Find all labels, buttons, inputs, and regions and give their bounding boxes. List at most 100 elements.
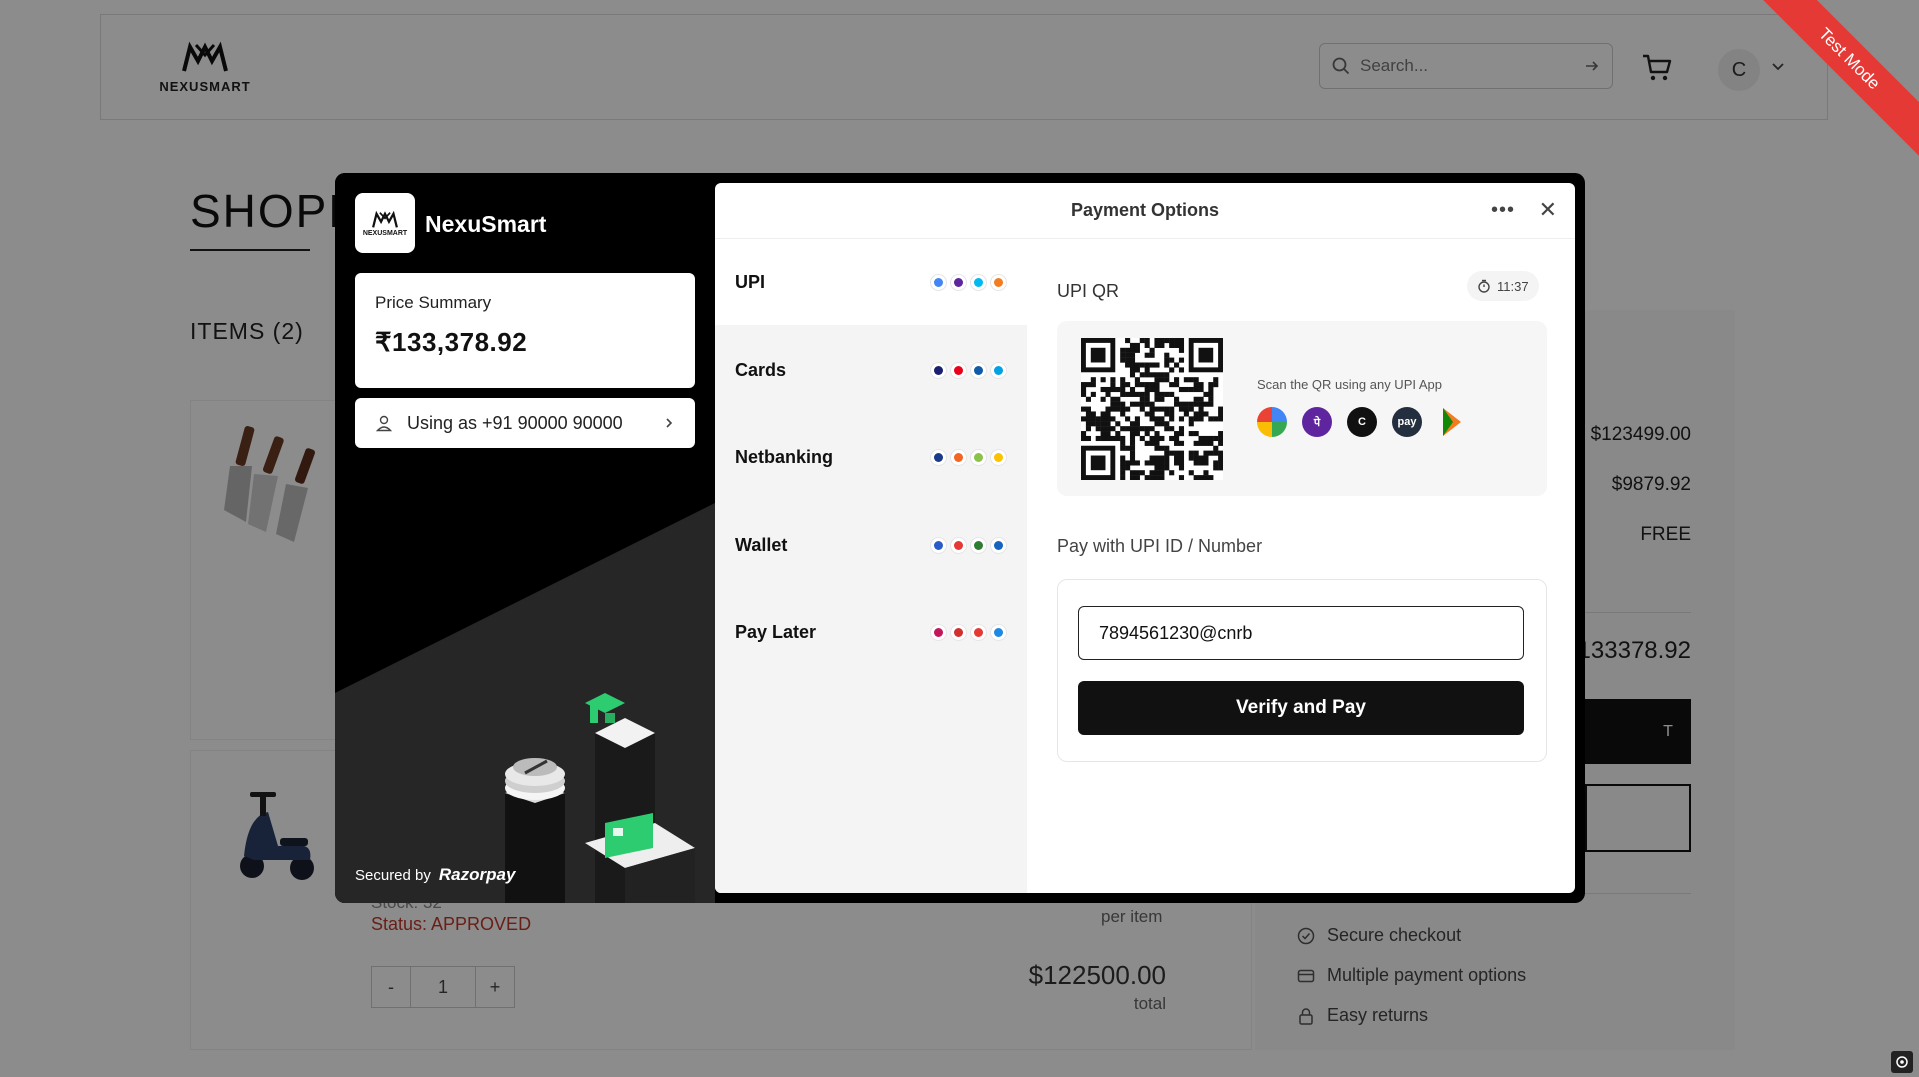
qr-module	[1178, 357, 1185, 363]
method-cards[interactable]: Cards	[715, 327, 1027, 413]
upi-id-input[interactable]	[1078, 606, 1524, 660]
qr-module	[1139, 362, 1145, 368]
qr-module	[1164, 450, 1170, 456]
qr-module	[1149, 382, 1155, 388]
chevron-right-icon	[666, 418, 673, 428]
qr-module	[1149, 411, 1155, 417]
qr-module	[1149, 406, 1155, 412]
qr-module	[1090, 391, 1096, 397]
qr-module	[1174, 431, 1180, 437]
method-pay-later[interactable]: Pay Later	[715, 589, 1027, 675]
gpay-icon	[930, 273, 947, 291]
qr-module	[1134, 470, 1140, 476]
qr-module	[1110, 401, 1116, 407]
qr-module	[1154, 386, 1160, 393]
qr-finder	[1090, 455, 1106, 471]
qr-module	[1178, 386, 1185, 393]
qr-module	[1203, 455, 1209, 461]
qr-module	[1159, 445, 1165, 451]
qr-module	[1144, 440, 1150, 446]
qr-module	[1188, 455, 1194, 461]
qr-module	[1193, 431, 1199, 437]
qr-module	[1125, 382, 1131, 388]
qr-module	[1178, 342, 1185, 348]
upi-qr-box: Scan the QR using any UPI App पे C pay	[1057, 321, 1547, 496]
method-upi[interactable]: UPI	[715, 239, 1027, 325]
qr-module	[1159, 416, 1165, 422]
upi-qr-title: UPI QR	[1057, 281, 1120, 301]
qr-module	[1134, 426, 1140, 432]
qr-module	[1193, 450, 1199, 456]
qr-module	[1120, 465, 1126, 471]
qr-module	[1129, 357, 1136, 363]
more-options-button[interactable]: •••	[1491, 199, 1515, 222]
method-netbanking[interactable]: Netbanking	[715, 414, 1027, 500]
qr-module	[1198, 475, 1204, 480]
qr-module	[1154, 431, 1160, 437]
qr-module	[1090, 416, 1096, 422]
qr-module	[1100, 411, 1106, 417]
user-contact-button[interactable]: Using as +91 90000 90000	[355, 398, 695, 448]
qr-module	[1115, 386, 1121, 393]
qr-module	[1110, 406, 1116, 412]
qr-module	[1144, 396, 1150, 402]
secured-by-badge: Secured by Razorpay	[355, 865, 515, 885]
qr-module	[1081, 435, 1087, 442]
qr-module	[1159, 475, 1165, 480]
verify-and-pay-button[interactable]: Verify and Pay	[1078, 681, 1524, 735]
qr-module	[1169, 357, 1175, 363]
qr-module	[1149, 347, 1155, 353]
qr-module	[1178, 475, 1185, 480]
qr-module	[1193, 455, 1199, 461]
razorpay-logo: Razorpay	[438, 865, 516, 884]
qr-module	[1129, 352, 1136, 358]
qr-module	[1125, 362, 1131, 368]
qr-module	[1134, 377, 1140, 383]
qr-module	[1144, 386, 1150, 393]
qr-module	[1159, 435, 1165, 442]
qr-module	[1095, 435, 1101, 442]
maestro-icon	[990, 361, 1007, 379]
qr-module	[1125, 391, 1131, 397]
qr-module	[1100, 426, 1106, 432]
qr-module	[1115, 421, 1121, 427]
qr-timer: 11:37	[1467, 271, 1539, 301]
qr-module	[1154, 440, 1160, 446]
qr-module	[1208, 440, 1214, 446]
qr-module	[1144, 342, 1150, 348]
qr-module	[1193, 386, 1199, 393]
qr-module	[1085, 411, 1091, 417]
close-button[interactable]: ✕	[1539, 197, 1557, 223]
qr-module	[1105, 386, 1111, 393]
qr-code[interactable]	[1081, 338, 1223, 480]
qr-module	[1095, 426, 1101, 432]
qr-module	[1110, 382, 1116, 388]
method-wallet[interactable]: Wallet	[715, 502, 1027, 588]
qr-module	[1095, 421, 1101, 427]
qr-module	[1105, 411, 1111, 417]
qr-module	[1213, 416, 1219, 422]
merchant-logo: NEXUSMART	[355, 193, 415, 253]
qr-module	[1081, 391, 1087, 397]
qr-module	[1090, 382, 1096, 388]
settings-corner-icon[interactable]	[1891, 1051, 1913, 1073]
qr-module	[1169, 367, 1175, 373]
qr-module	[1144, 401, 1150, 407]
qr-module	[1134, 431, 1140, 437]
paylater-icon	[930, 623, 947, 641]
stopwatch-icon	[1478, 279, 1490, 293]
qr-module	[1125, 460, 1131, 466]
qr-module	[1129, 445, 1136, 451]
qr-module	[1129, 426, 1136, 432]
qr-module	[1174, 450, 1180, 456]
visa-icon	[930, 361, 947, 379]
qr-module	[1149, 435, 1155, 442]
qr-module	[1125, 357, 1131, 363]
payment-methods-list: UPI Cards Netbanking Wallet Pay Later	[715, 239, 1027, 893]
qr-module	[1144, 411, 1150, 417]
qr-module	[1154, 406, 1160, 412]
qr-module	[1110, 426, 1116, 432]
qr-module	[1139, 372, 1145, 378]
qr-module	[1154, 435, 1160, 442]
qr-module	[1203, 391, 1209, 397]
